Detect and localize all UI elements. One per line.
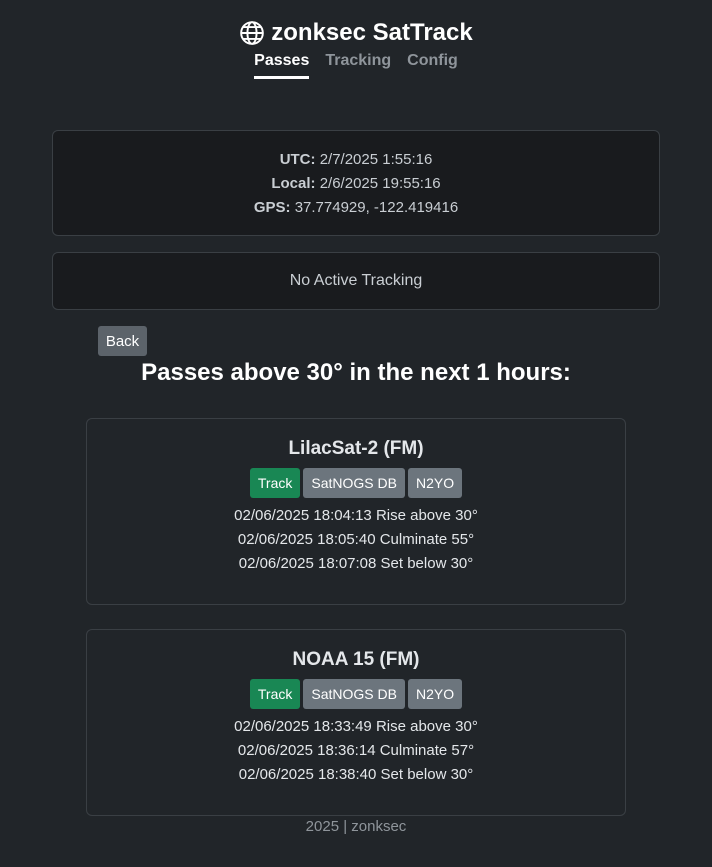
track-button[interactable]: Track [249, 468, 301, 498]
satnogs-db-button[interactable]: SatNOGS DB [303, 679, 405, 709]
rise-time: 02/06/2025 18:33:49 Rise above 30° [234, 718, 478, 735]
tab-passes[interactable]: Passes [254, 52, 310, 79]
gps-label: GPS: [253, 199, 291, 216]
app-title: zonksec SatTrack [0, 16, 712, 50]
globe-icon [240, 21, 265, 45]
local-value: 2/6/2025 19:55:16 [319, 175, 441, 192]
track-button[interactable]: Track [249, 679, 301, 709]
utc-value: 2/7/2025 1:55:16 [319, 151, 433, 168]
utc-label: UTC: [279, 151, 316, 168]
utc-row: UTC: 2/7/2025 1:55:16 [53, 148, 659, 172]
back-button[interactable]: Back [98, 326, 147, 356]
time-location-card: UTC: 2/7/2025 1:55:16 Local: 2/6/2025 19… [52, 130, 660, 236]
satellite-name: LilacSat-2 (FM) [288, 438, 424, 459]
pass-times: 02/06/2025 18:33:49 Rise above 30° 02/06… [87, 715, 625, 787]
app-title-text: zonksec SatTrack [271, 19, 473, 46]
gps-row: GPS: 37.774929, -122.419416 [53, 196, 659, 220]
satnogs-db-button[interactable]: SatNOGS DB [303, 468, 405, 498]
pass-card: NOAA 15 (FM) Track SatNOGS DB N2YO 02/06… [86, 629, 626, 816]
culminate-time: 02/06/2025 18:36:14 Culminate 57° [237, 742, 475, 759]
pass-actions: Track SatNOGS DB N2YO [87, 679, 625, 709]
tracking-status: No Active Tracking [289, 272, 423, 289]
rise-time: 02/06/2025 18:04:13 Rise above 30° [234, 507, 478, 524]
gps-value: 37.774929, -122.419416 [294, 199, 459, 216]
pass-card: LilacSat-2 (FM) Track SatNOGS DB N2YO 02… [86, 418, 626, 605]
nav-tabs: Passes Tracking Config [0, 52, 712, 79]
tracking-status-card: No Active Tracking [52, 252, 660, 310]
set-time: 02/06/2025 18:07:08 Set below 30° [238, 555, 474, 572]
tab-config[interactable]: Config [407, 52, 458, 79]
n2yo-button[interactable]: N2YO [407, 468, 463, 498]
tab-tracking[interactable]: Tracking [325, 52, 391, 79]
pass-times: 02/06/2025 18:04:13 Rise above 30° 02/06… [87, 504, 625, 576]
local-label: Local: [271, 175, 316, 192]
culminate-time: 02/06/2025 18:05:40 Culminate 55° [237, 531, 475, 548]
satellite-name: NOAA 15 (FM) [292, 649, 420, 670]
n2yo-button[interactable]: N2YO [407, 679, 463, 709]
passes-title: Passes above 30° in the next 1 hours: [141, 359, 571, 386]
footer: 2025 | zonksec [305, 818, 407, 835]
local-row: Local: 2/6/2025 19:55:16 [53, 172, 659, 196]
set-time: 02/06/2025 18:38:40 Set below 30° [238, 766, 474, 783]
pass-actions: Track SatNOGS DB N2YO [87, 468, 625, 498]
